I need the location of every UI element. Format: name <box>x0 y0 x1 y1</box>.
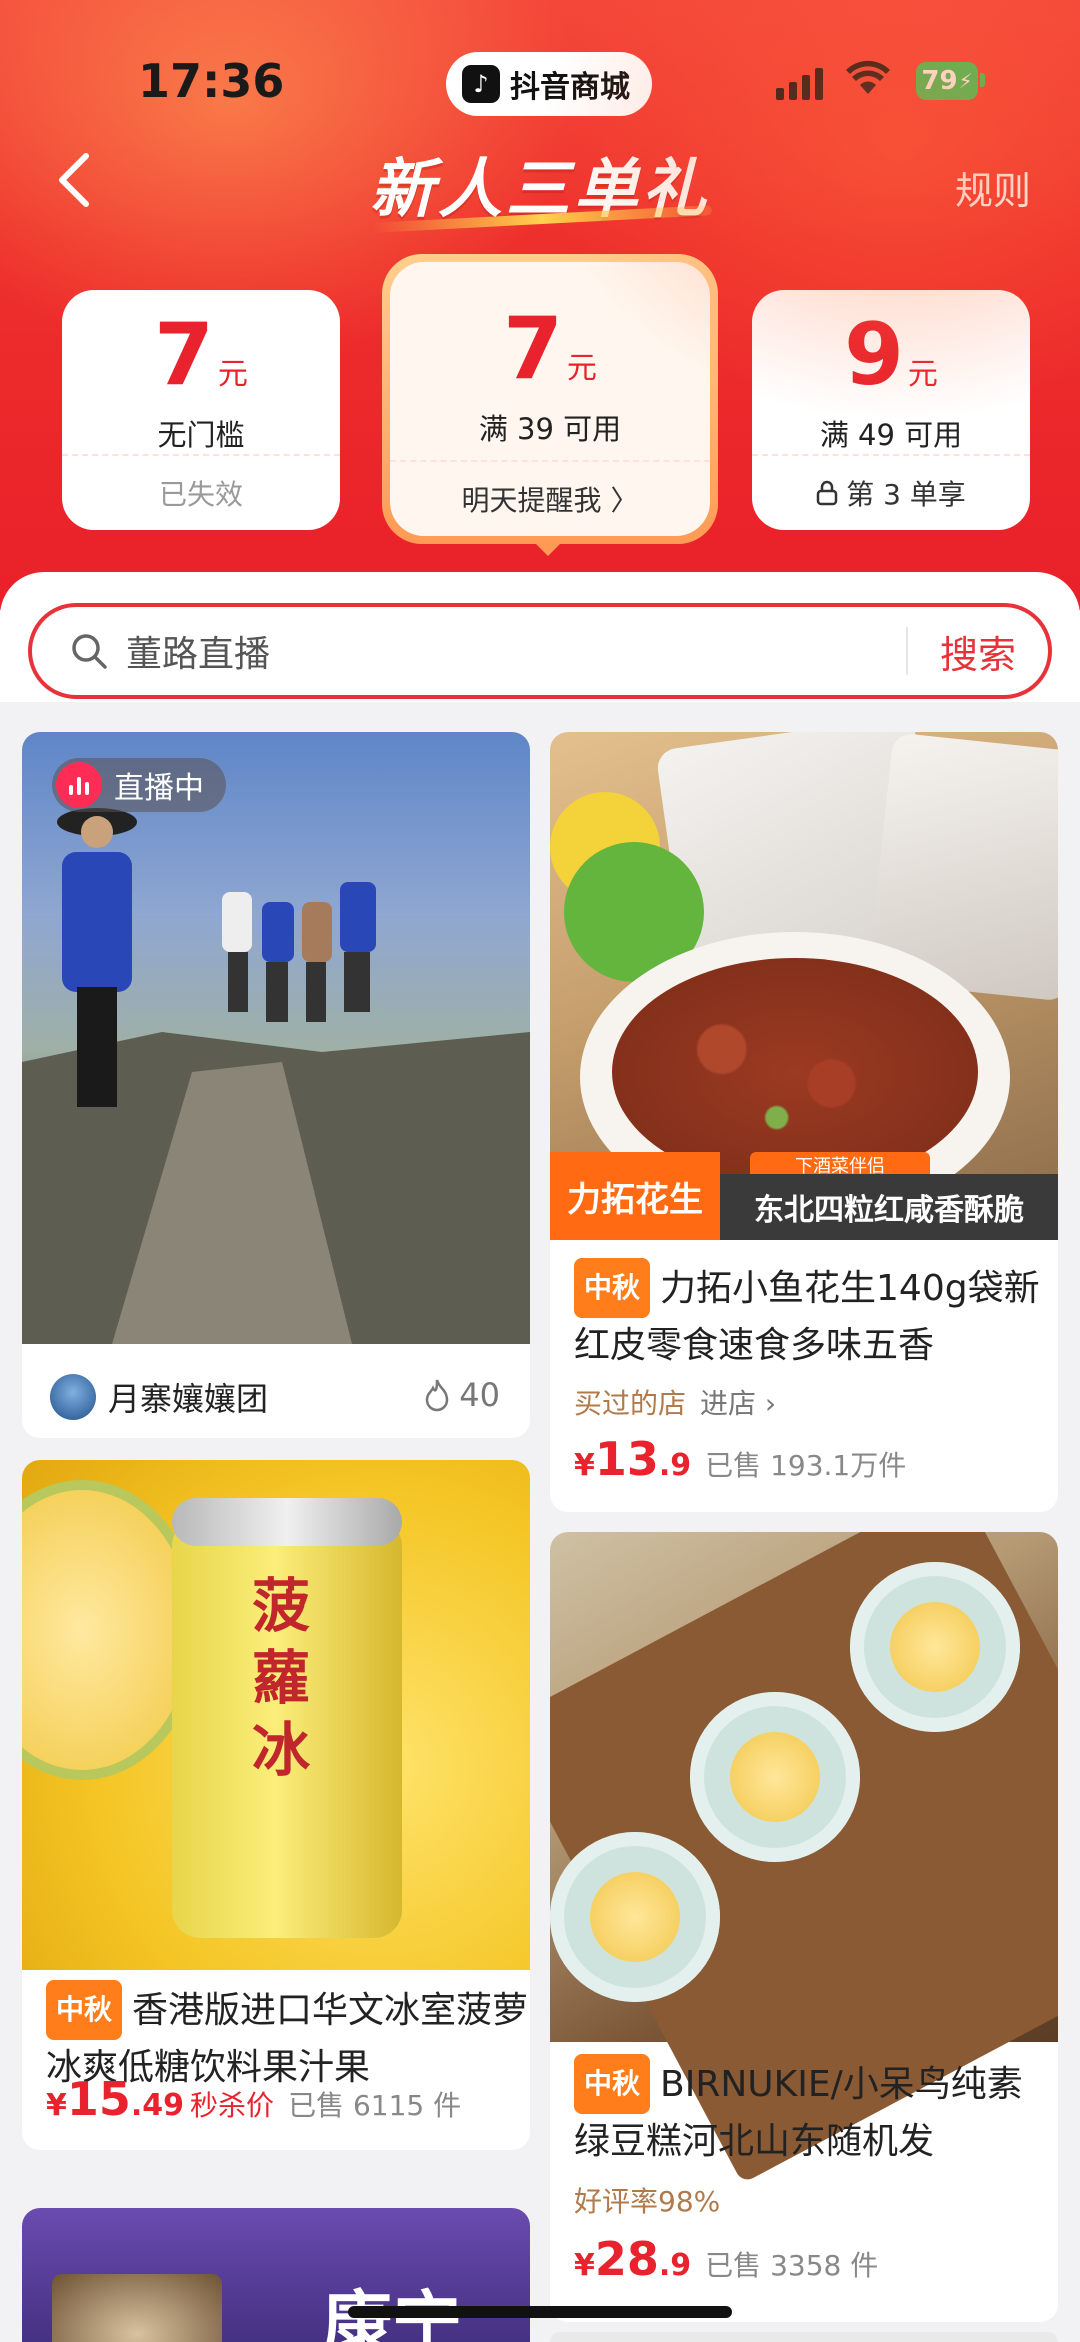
sold-count: 已售 193.1万件 <box>705 1449 907 1482</box>
price-integer: 28 <box>594 2232 659 2286</box>
product-card-partial-right[interactable] <box>550 2332 1058 2342</box>
heat-count: 40 <box>423 1376 500 1414</box>
enter-shop-link[interactable]: 进店 › <box>700 1387 776 1420</box>
positive-rating: 好评率98% <box>574 2185 721 2218</box>
search-icon <box>72 634 107 669</box>
battery-tip <box>980 73 985 87</box>
mid-autumn-tag: 中秋 <box>574 2054 651 2114</box>
coupon-status: 已失效 <box>62 454 340 530</box>
rules-link[interactable]: 规则 <box>955 160 1031 215</box>
product-price: ¥28.9 已售 3358 件 <box>574 2232 878 2286</box>
sold-count: 已售 3358 件 <box>705 2249 879 2282</box>
coupon-status-text: 已失效 <box>158 478 243 511</box>
sold-count: 已售 6115 件 <box>288 2089 462 2122</box>
product-image-peanuts: 力拓花生 下酒菜伴侣 东北四粒红咸香酥脆 <box>550 732 1058 1240</box>
live-badge: 直播中 <box>52 758 226 812</box>
douyin-logo-icon: ♪ <box>462 65 500 103</box>
remind-me-tomorrow-button[interactable]: 明天提醒我 〉 <box>390 460 710 536</box>
live-stream-thumbnail: 直播中 <box>22 732 530 1344</box>
price-decimal: .9 <box>658 2248 692 2283</box>
price-integer: 13 <box>594 1432 659 1486</box>
bought-shop-label: 买过的店 <box>574 1387 687 1420</box>
author-name: 月寨孃孃团 <box>108 1380 269 1418</box>
price-integer: 15 <box>66 2072 131 2126</box>
flame-icon <box>426 1379 449 1412</box>
product-image-cake <box>550 1532 1058 2184</box>
coupon-unit: 元 <box>566 351 597 386</box>
coupon-condition: 满 39 可用 <box>478 412 622 446</box>
coupon-49[interactable]: 9元 满 49 可用 第 3 单享 <box>752 290 1030 530</box>
product-title: 中秋 BIRNUKIE/小呆鸟纯素绿豆糕河北山东随机发 <box>574 2054 1058 2170</box>
currency-symbol: ¥ <box>574 1448 595 1483</box>
brand-label: 力拓花生 <box>550 1152 720 1240</box>
search-bar[interactable]: 董路直播 搜索 <box>28 603 1052 699</box>
app-pill[interactable]: ♪ 抖音商城 <box>446 52 652 116</box>
currency-symbol: ¥ <box>574 2248 595 2283</box>
cake-dish <box>690 1692 860 1862</box>
product-banner: 力拓花生 下酒菜伴侣 东北四粒红咸香酥脆 <box>550 1152 1058 1240</box>
product-title: 中秋 力拓小鱼花生140g袋新红皮零食速食多味五香 <box>574 1258 1058 1374</box>
product-image-drink: 菠蘿冰 <box>22 1460 530 1970</box>
coupon-39[interactable]: 7元 满 39 可用 明天提醒我 〉 <box>390 262 710 536</box>
coupon-condition: 满 49 可用 <box>819 418 963 452</box>
cake-dish <box>550 1832 720 2002</box>
shop-row[interactable]: 买过的店 进店 › <box>574 1382 776 1422</box>
page-title: 新人三单礼 <box>370 153 710 227</box>
mid-autumn-tag: 中秋 <box>46 1980 123 2040</box>
cake-dish <box>850 1562 1020 1732</box>
wifi-icon <box>846 60 890 94</box>
price-decimal: .49 <box>130 2088 185 2123</box>
avatar <box>50 1374 96 1420</box>
promo-header: 17:36 ♪ 抖音商城 79 ⚡ 新人三单礼 规则 7元 无门槛 已失效 7元 … <box>0 0 1080 610</box>
live-bars-icon <box>56 762 102 808</box>
product-price: ¥15.49 秒杀价 已售 6115 件 <box>46 2072 461 2126</box>
coupon-lock-status: 第 3 单享 <box>752 454 1030 530</box>
hikers-scene <box>22 808 530 1344</box>
coupon-no-threshold[interactable]: 7元 无门槛 已失效 <box>62 290 340 530</box>
price-decimal: .9 <box>658 1448 692 1483</box>
battery-level: 79 <box>921 66 958 96</box>
search-input[interactable]: 董路直播 <box>126 625 906 677</box>
live-badge-label: 直播中 <box>114 771 204 806</box>
product-card-peanuts[interactable]: 力拓花生 下酒菜伴侣 东北四粒红咸香酥脆 中秋 力拓小鱼花生140g袋新红皮零食速… <box>550 732 1058 1512</box>
can-label: 菠蘿冰 <box>252 1572 311 1784</box>
currency-symbol: ¥ <box>46 2088 67 2123</box>
lock-icon <box>816 480 838 506</box>
search-button[interactable]: 搜索 <box>908 624 1048 679</box>
coupon-pointer <box>532 540 564 556</box>
product-card-drink[interactable]: 菠蘿冰 中秋 香港版进口华文冰室菠萝冰爽低糖饮料果汁果 ¥15.49 秒杀价 已售 6… <box>22 1460 530 2150</box>
banner-caption: 东北四粒红咸香酥脆 <box>720 1174 1058 1240</box>
coupon-amount: 9 <box>844 305 904 405</box>
app-pill-label: 抖音商城 <box>510 70 630 105</box>
poster-face <box>52 2274 222 2342</box>
coupon-unit: 元 <box>907 357 938 392</box>
coupon-unit: 元 <box>217 357 248 392</box>
remind-me-label: 明天提醒我 〉 <box>461 484 639 517</box>
status-time: 17:36 <box>138 54 285 108</box>
home-indicator[interactable] <box>348 2306 732 2318</box>
product-card-mungbean-cake[interactable]: 中秋 BIRNUKIE/小呆鸟纯素绿豆糕河北山东随机发 好评率98% ¥28.9 已… <box>550 1532 1058 2322</box>
product-price: ¥13.9 已售 193.1万件 <box>574 1432 906 1486</box>
coupon-amount: 7 <box>503 299 563 399</box>
coupon-highlight-frame: 7元 满 39 可用 明天提醒我 〉 <box>382 254 718 544</box>
live-author[interactable]: 月寨孃孃团 <box>50 1374 268 1420</box>
coupon-condition: 无门槛 <box>157 418 245 452</box>
battery-icon: 79 ⚡ <box>916 62 978 100</box>
flash-sale-label: 秒杀价 <box>190 2089 275 2122</box>
poster-title: 康宁 <box>322 2283 462 2342</box>
heat-value: 40 <box>459 1376 500 1414</box>
status-bar: 17:36 ♪ 抖音商城 79 ⚡ <box>0 40 1080 120</box>
product-card-partial[interactable]: 康宁 <box>22 2208 530 2342</box>
cellular-signal-icon <box>776 68 823 100</box>
coupon-lock-text: 第 3 单享 <box>846 478 966 511</box>
mid-autumn-tag: 中秋 <box>574 1258 651 1318</box>
coupon-amount: 7 <box>154 305 214 405</box>
live-stream-card[interactable]: 直播中 月寨孃孃团 40 <box>22 732 530 1438</box>
